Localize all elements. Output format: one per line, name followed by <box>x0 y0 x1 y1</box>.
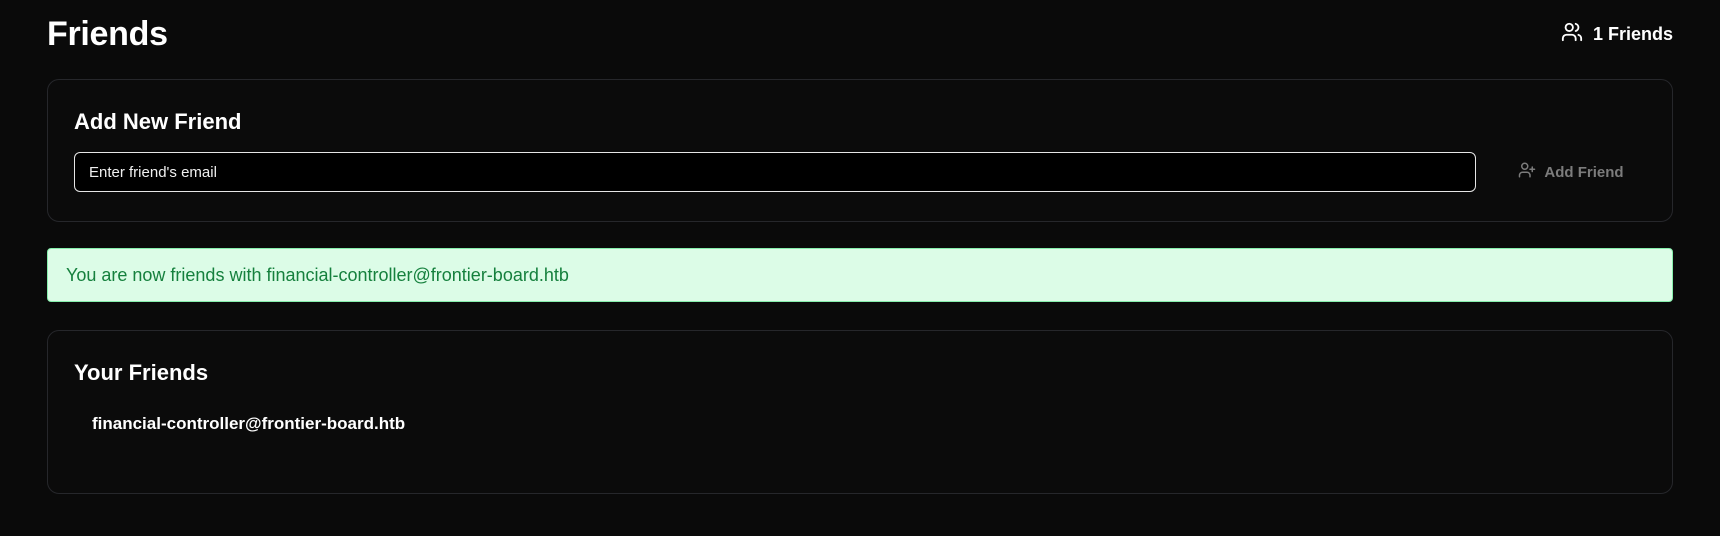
users-icon <box>1561 21 1583 48</box>
add-friend-card: Add New Friend Add Friend <box>47 79 1673 222</box>
add-friend-button[interactable]: Add Friend <box>1496 152 1646 192</box>
success-alert-message: You are now friends with financial-contr… <box>66 264 569 285</box>
list-item: financial-controller@frontier-board.htb <box>92 414 406 433</box>
friend-list: financial-controller@frontier-board.htb <box>74 414 1646 434</box>
friends-page: Friends 1 Friends Add New Friend Enter f… <box>0 0 1720 536</box>
add-friend-form: Add Friend <box>74 152 1646 192</box>
page-title: Friends <box>47 14 168 53</box>
friend-count: 1 Friends <box>1561 21 1673 48</box>
your-friends-card: Your Friends financial-controller@fronti… <box>47 330 1673 494</box>
add-friend-title: Add New Friend <box>74 109 242 134</box>
success-alert: You are now friends with financial-contr… <box>47 248 1673 302</box>
friend-count-label: 1 Friends <box>1592 23 1673 44</box>
user-plus-icon <box>1518 161 1536 183</box>
add-friend-button-label: Add Friend <box>1544 163 1624 181</box>
your-friends-title: Your Friends <box>74 360 209 385</box>
friend-email-input[interactable] <box>74 152 1476 192</box>
page-header: Friends 1 Friends <box>47 0 1673 68</box>
